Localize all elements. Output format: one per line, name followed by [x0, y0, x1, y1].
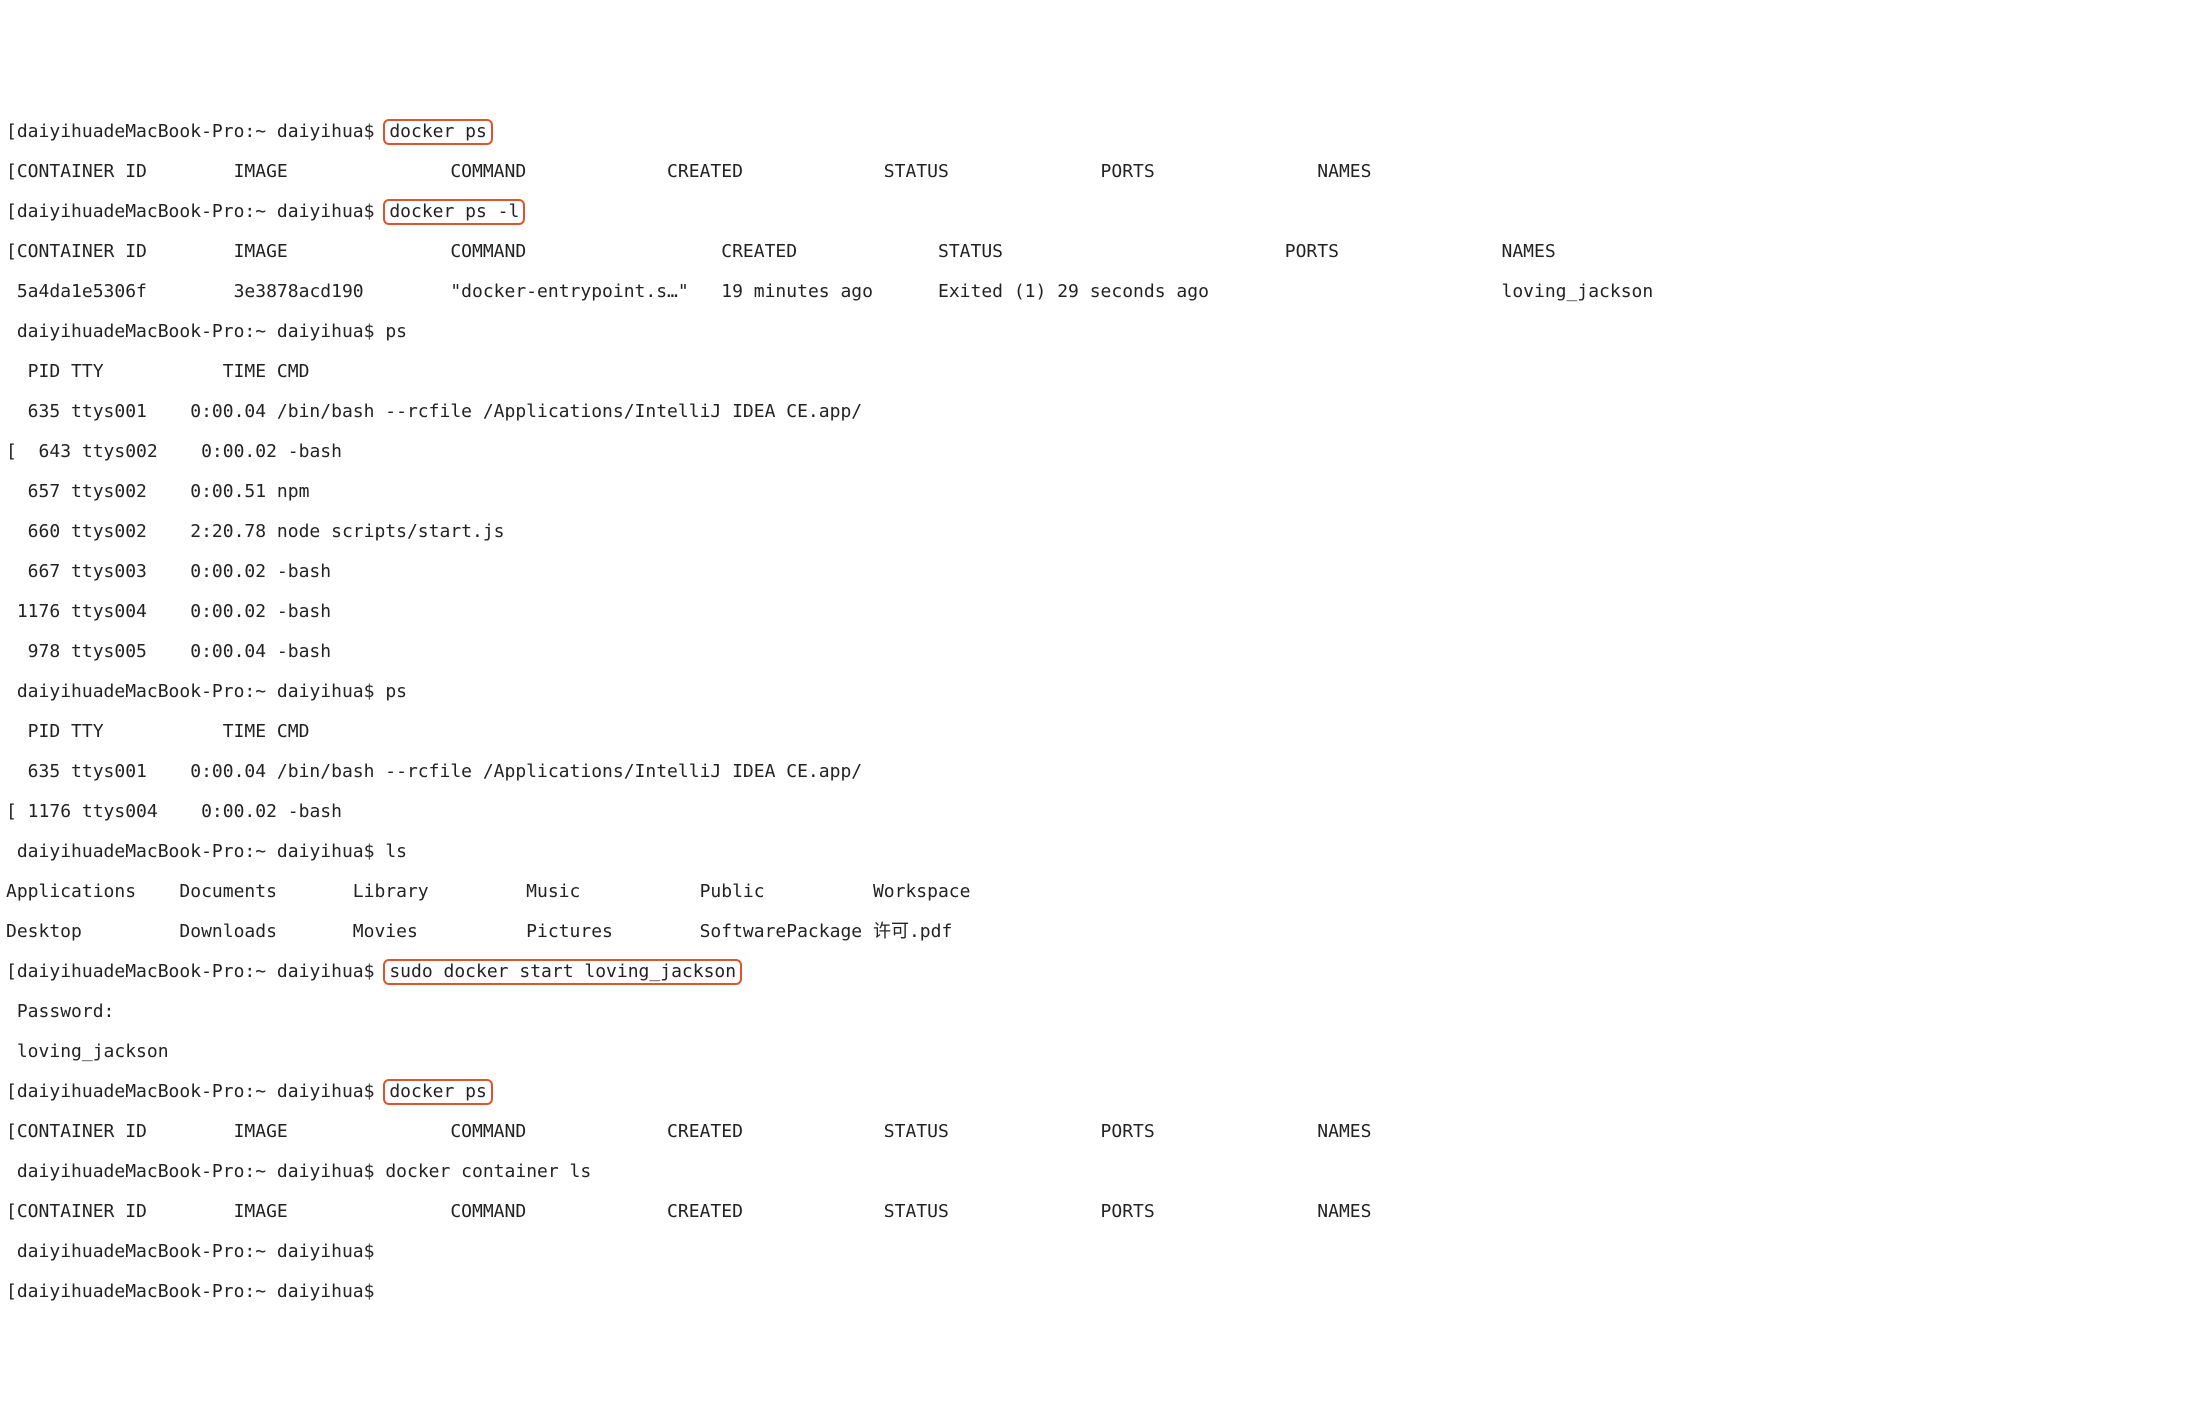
cmd-docker-container-ls: docker container ls	[385, 1161, 591, 1182]
cmd-ps: ps	[385, 681, 407, 702]
prompt-line: [daiyihuadeMacBook-Pro:~ daiyihua$ docke…	[6, 202, 2190, 222]
ls-row: Desktop Downloads Movies Pictures Softwa…	[6, 922, 2190, 942]
prompt-line: [daiyihuadeMacBook-Pro:~ daiyihua$ docke…	[6, 1082, 2190, 1102]
table-header: CONTAINER ID IMAGE COMMAND CREATED STATU…	[17, 1201, 1372, 1222]
list-item: Applications Documents Library Music Pub…	[6, 881, 971, 902]
ps-row: 978 ttys005 0:00.04 -bash	[6, 642, 2190, 662]
docker-psl-row: 5a4da1e5306f 3e3878acd190 "docker-entryp…	[6, 282, 2190, 302]
password-prompt: Password:	[6, 1002, 2190, 1022]
prompt-line: [daiyihuadeMacBook-Pro:~ daiyihua$ sudo …	[6, 962, 2190, 982]
prompt: daiyihuadeMacBook-Pro:~ daiyihua$	[17, 961, 385, 982]
prompt: daiyihuadeMacBook-Pro:~ daiyihua$	[17, 1241, 385, 1262]
cmd-docker-ps: docker ps	[383, 119, 493, 145]
ps-row: [ 1176 ttys004 0:00.02 -bash	[6, 802, 2190, 822]
ps-row: 1176 ttys004 0:00.02 -bash	[6, 602, 2190, 622]
cmd-docker-ps-2: docker ps	[383, 1079, 493, 1105]
prompt-line: daiyihuadeMacBook-Pro:~ daiyihua$ ps	[6, 682, 2190, 702]
table-header: CONTAINER ID IMAGE COMMAND CREATED STATU…	[17, 241, 1556, 262]
table-header: CONTAINER ID IMAGE COMMAND CREATED STATU…	[17, 1121, 1372, 1142]
ps-row: 657 ttys002 0:00.51 npm	[6, 482, 2190, 502]
table-row: 635 ttys001 0:00.04 /bin/bash --rcfile /…	[6, 761, 862, 782]
ps-row: 635 ttys001 0:00.04 /bin/bash --rcfile /…	[6, 402, 2190, 422]
table-row: 978 ttys005 0:00.04 -bash	[6, 641, 331, 662]
prompt: daiyihuadeMacBook-Pro:~ daiyihua$	[17, 321, 385, 342]
prompt-line: [daiyihuadeMacBook-Pro:~ daiyihua$ docke…	[6, 122, 2190, 142]
ps-row: [ 643 ttys002 0:00.02 -bash	[6, 442, 2190, 462]
prompt-line: [daiyihuadeMacBook-Pro:~ daiyihua$	[6, 1282, 2190, 1302]
table-header: PID TTY TIME CMD	[6, 721, 309, 742]
prompt: daiyihuadeMacBook-Pro:~ daiyihua$	[17, 1081, 385, 1102]
start-output: loving_jackson	[6, 1042, 2190, 1062]
table-row: 635 ttys001 0:00.04 /bin/bash --rcfile /…	[6, 401, 862, 422]
prompt-line: daiyihuadeMacBook-Pro:~ daiyihua$ ps	[6, 322, 2190, 342]
prompt-line: daiyihuadeMacBook-Pro:~ daiyihua$ docker…	[6, 1162, 2190, 1182]
prompt: daiyihuadeMacBook-Pro:~ daiyihua$	[17, 201, 385, 222]
prompt: daiyihuadeMacBook-Pro:~ daiyihua$	[17, 121, 385, 142]
output-text: Password:	[17, 1001, 115, 1022]
ls-row: Applications Documents Library Music Pub…	[6, 882, 2190, 902]
prompt: daiyihuadeMacBook-Pro:~ daiyihua$	[17, 1161, 385, 1182]
ps-header: PID TTY TIME CMD	[6, 362, 2190, 382]
list-item: Desktop Downloads Movies Pictures Softwa…	[6, 921, 952, 942]
prompt: daiyihuadeMacBook-Pro:~ daiyihua$	[17, 1281, 385, 1302]
table-header: CONTAINER ID IMAGE COMMAND CREATED STATU…	[17, 161, 1372, 182]
table-row: 667 ttys003 0:00.02 -bash	[6, 561, 331, 582]
table-row: 5a4da1e5306f 3e3878acd190 "docker-entryp…	[17, 281, 1653, 302]
prompt: daiyihuadeMacBook-Pro:~ daiyihua$	[17, 841, 385, 862]
table-header: PID TTY TIME CMD	[6, 361, 309, 382]
cmd-sudo-docker-start: sudo docker start loving_jackson	[383, 959, 742, 985]
docker-psl-header: [CONTAINER ID IMAGE COMMAND CREATED STAT…	[6, 242, 2190, 262]
table-row: 657 ttys002 0:00.51 npm	[6, 481, 309, 502]
docker-container-header: [CONTAINER ID IMAGE COMMAND CREATED STAT…	[6, 1202, 2190, 1222]
output-text: loving_jackson	[17, 1041, 169, 1062]
ps-row: 635 ttys001 0:00.04 /bin/bash --rcfile /…	[6, 762, 2190, 782]
cmd-ls: ls	[385, 841, 407, 862]
prompt-line: daiyihuadeMacBook-Pro:~ daiyihua$ ls	[6, 842, 2190, 862]
table-row: 643 ttys002 0:00.02 -bash	[17, 441, 342, 462]
table-row: 660 ttys002 2:20.78 node scripts/start.j…	[6, 521, 505, 542]
ps-row: 660 ttys002 2:20.78 node scripts/start.j…	[6, 522, 2190, 542]
ps-row: 667 ttys003 0:00.02 -bash	[6, 562, 2190, 582]
prompt-line: daiyihuadeMacBook-Pro:~ daiyihua$	[6, 1242, 2190, 1262]
docker-ps-header: [CONTAINER ID IMAGE COMMAND CREATED STAT…	[6, 162, 2190, 182]
cmd-ps: ps	[385, 321, 407, 342]
prompt: daiyihuadeMacBook-Pro:~ daiyihua$	[17, 681, 385, 702]
table-row: 1176 ttys004 0:00.02 -bash	[6, 601, 331, 622]
table-row: 1176 ttys004 0:00.02 -bash	[17, 801, 342, 822]
ps-header: PID TTY TIME CMD	[6, 722, 2190, 742]
cmd-docker-ps-l: docker ps -l	[383, 199, 525, 225]
terminal-output[interactable]: [daiyihuadeMacBook-Pro:~ daiyihua$ docke…	[0, 100, 2196, 1326]
docker-ps-header: [CONTAINER ID IMAGE COMMAND CREATED STAT…	[6, 1122, 2190, 1142]
